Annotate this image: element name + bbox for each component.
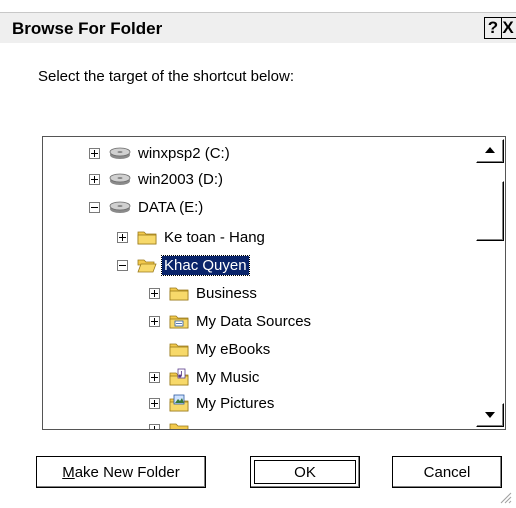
- tree-item-win2003[interactable]: win2003 (D:): [89, 167, 225, 191]
- tree-item-ke-toan-hang[interactable]: Ke toan - Hang: [117, 225, 267, 249]
- expand-plus-icon[interactable]: [149, 371, 160, 383]
- data-sources-folder-icon: [169, 315, 189, 329]
- expand-plus-icon[interactable]: [89, 173, 100, 185]
- tree-item-my-ebooks[interactable]: My eBooks: [149, 337, 272, 361]
- prompt-text: Select the target of the shortcut below:: [38, 68, 294, 85]
- tree-item-partial: [149, 417, 194, 429]
- expand-plus-icon[interactable]: [149, 397, 160, 409]
- cancel-button[interactable]: Cancel: [392, 456, 502, 488]
- tree-item-label: winxpsp2 (C:): [138, 144, 230, 162]
- folder-icon: [137, 231, 157, 245]
- arrow-down-icon: [485, 412, 495, 418]
- tree-item-label: Ke toan - Hang: [164, 228, 265, 246]
- ok-label: OK: [294, 463, 316, 481]
- arrow-up-icon: [485, 147, 495, 153]
- folder-tree[interactable]: winxpsp2 (C:) win2003 (D:) DATA (E:) Ke …: [42, 136, 506, 430]
- drive-icon: [109, 201, 131, 213]
- tree-item-khac-quyen[interactable]: Khac Quyen: [117, 253, 250, 277]
- expand-plus-icon[interactable]: [149, 287, 160, 299]
- browse-for-folder-dialog: Browse For Folder ? X Select the target …: [0, 0, 516, 508]
- folder-icon: [169, 423, 189, 429]
- pictures-folder-icon: [169, 394, 189, 412]
- folder-icon: [169, 287, 189, 301]
- tree-item-my-music[interactable]: My Music: [149, 365, 261, 389]
- window-title: Browse For Folder: [12, 19, 163, 38]
- collapse-minus-icon[interactable]: [117, 259, 128, 271]
- tree-item-label: My Pictures: [196, 394, 275, 412]
- tree-content: winxpsp2 (C:) win2003 (D:) DATA (E:) Ke …: [43, 137, 473, 429]
- folder-open-icon: [137, 259, 157, 273]
- tree-item-label: Business: [196, 284, 257, 302]
- mnemonic-m: M: [62, 463, 75, 481]
- ok-button[interactable]: OK: [250, 456, 360, 488]
- tree-item-my-data-sources[interactable]: My Data Sources: [149, 309, 313, 333]
- tree-item-label: My eBooks: [196, 340, 271, 358]
- tree-item-label: My Data Sources: [196, 312, 312, 330]
- expand-plus-icon[interactable]: [89, 147, 100, 159]
- vertical-scrollbar[interactable]: [473, 137, 505, 429]
- title-bar[interactable]: Browse For Folder ? X: [0, 12, 516, 43]
- scroll-up-button[interactable]: [476, 139, 504, 163]
- drive-icon: [109, 147, 131, 159]
- expand-plus-icon: [149, 423, 160, 429]
- scroll-thumb[interactable]: [476, 181, 504, 241]
- tree-item-business[interactable]: Business: [149, 281, 259, 305]
- collapse-minus-icon[interactable]: [89, 201, 100, 213]
- drive-icon: [109, 173, 131, 185]
- make-new-folder-label: ake New Folder: [74, 463, 180, 481]
- folder-icon: [169, 343, 189, 357]
- close-button[interactable]: X: [500, 17, 516, 39]
- expand-plus-icon[interactable]: [117, 231, 128, 243]
- tree-item-label-selected: Khac Quyen: [161, 254, 250, 276]
- tree-item-label: win2003 (D:): [138, 170, 224, 188]
- cancel-label: Cancel: [423, 463, 471, 481]
- resize-grip-icon[interactable]: [496, 488, 512, 504]
- tree-item-my-pictures[interactable]: My Pictures: [149, 391, 276, 415]
- tree-item-label: DATA (E:): [138, 198, 204, 216]
- tree-item-data[interactable]: DATA (E:): [89, 195, 205, 219]
- tree-item-label: My Music: [196, 368, 260, 386]
- scroll-down-button[interactable]: [476, 403, 504, 427]
- tree-item-winxpsp2[interactable]: winxpsp2 (C:): [89, 141, 232, 165]
- make-new-folder-button[interactable]: Make New Folder: [36, 456, 206, 488]
- expand-plus-icon[interactable]: [149, 315, 160, 327]
- music-folder-icon: [169, 368, 189, 386]
